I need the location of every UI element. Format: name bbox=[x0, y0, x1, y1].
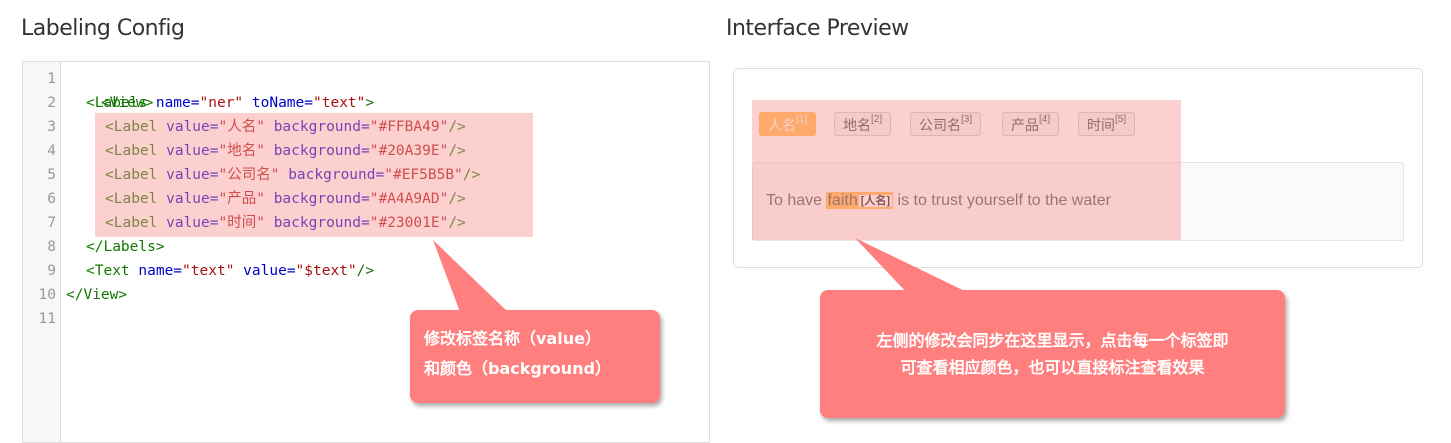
line-number-gutter: 1 2 3 4 5 6 7 8 9 10 11 bbox=[23, 62, 61, 442]
code-line-9: <Text name="text" value="$text"/> bbox=[86, 263, 375, 279]
line-number: 8 bbox=[47, 239, 56, 255]
callout-right-pointer bbox=[855, 238, 975, 296]
interface-preview-title: Interface Preview bbox=[726, 16, 909, 41]
line-number: 10 bbox=[38, 287, 56, 303]
code-line-1: <View> bbox=[100, 95, 154, 111]
line-number: 5 bbox=[47, 167, 56, 183]
line-number: 6 bbox=[47, 191, 56, 207]
code-line-8: </Labels> bbox=[86, 239, 165, 255]
line-number: 3 bbox=[47, 119, 56, 135]
line-number: 2 bbox=[47, 95, 56, 111]
line-number: 7 bbox=[47, 215, 56, 231]
code-line-2: <Labels name="ner" toName="text"> bbox=[86, 95, 375, 111]
callout-left-line-1: 修改标签名称（value） bbox=[424, 329, 601, 348]
code-line-10: </View> bbox=[66, 287, 128, 303]
line-number: 1 bbox=[47, 71, 56, 87]
line-number: 9 bbox=[47, 263, 56, 279]
callout-left-line-2: 和颜色（background） bbox=[424, 359, 611, 378]
callout-right-line-1: 左侧的修改会同步在这里显示，点击每一个标签即 bbox=[876, 331, 1229, 350]
line-number: 11 bbox=[38, 311, 56, 327]
labeling-config-title: Labeling Config bbox=[21, 16, 185, 41]
callout-right: 左侧的修改会同步在这里显示，点击每一个标签即 可查看相应颜色，也可以直接标注查看… bbox=[820, 290, 1285, 418]
line-number: 4 bbox=[47, 143, 56, 159]
label-lines-highlight bbox=[95, 113, 533, 237]
callout-right-line-2: 可查看相应颜色，也可以直接标注查看效果 bbox=[900, 358, 1205, 377]
callout-left: 修改标签名称（value） 和颜色（background） bbox=[410, 310, 660, 403]
callout-left-pointer bbox=[433, 240, 508, 312]
preview-highlight bbox=[752, 100, 1181, 240]
